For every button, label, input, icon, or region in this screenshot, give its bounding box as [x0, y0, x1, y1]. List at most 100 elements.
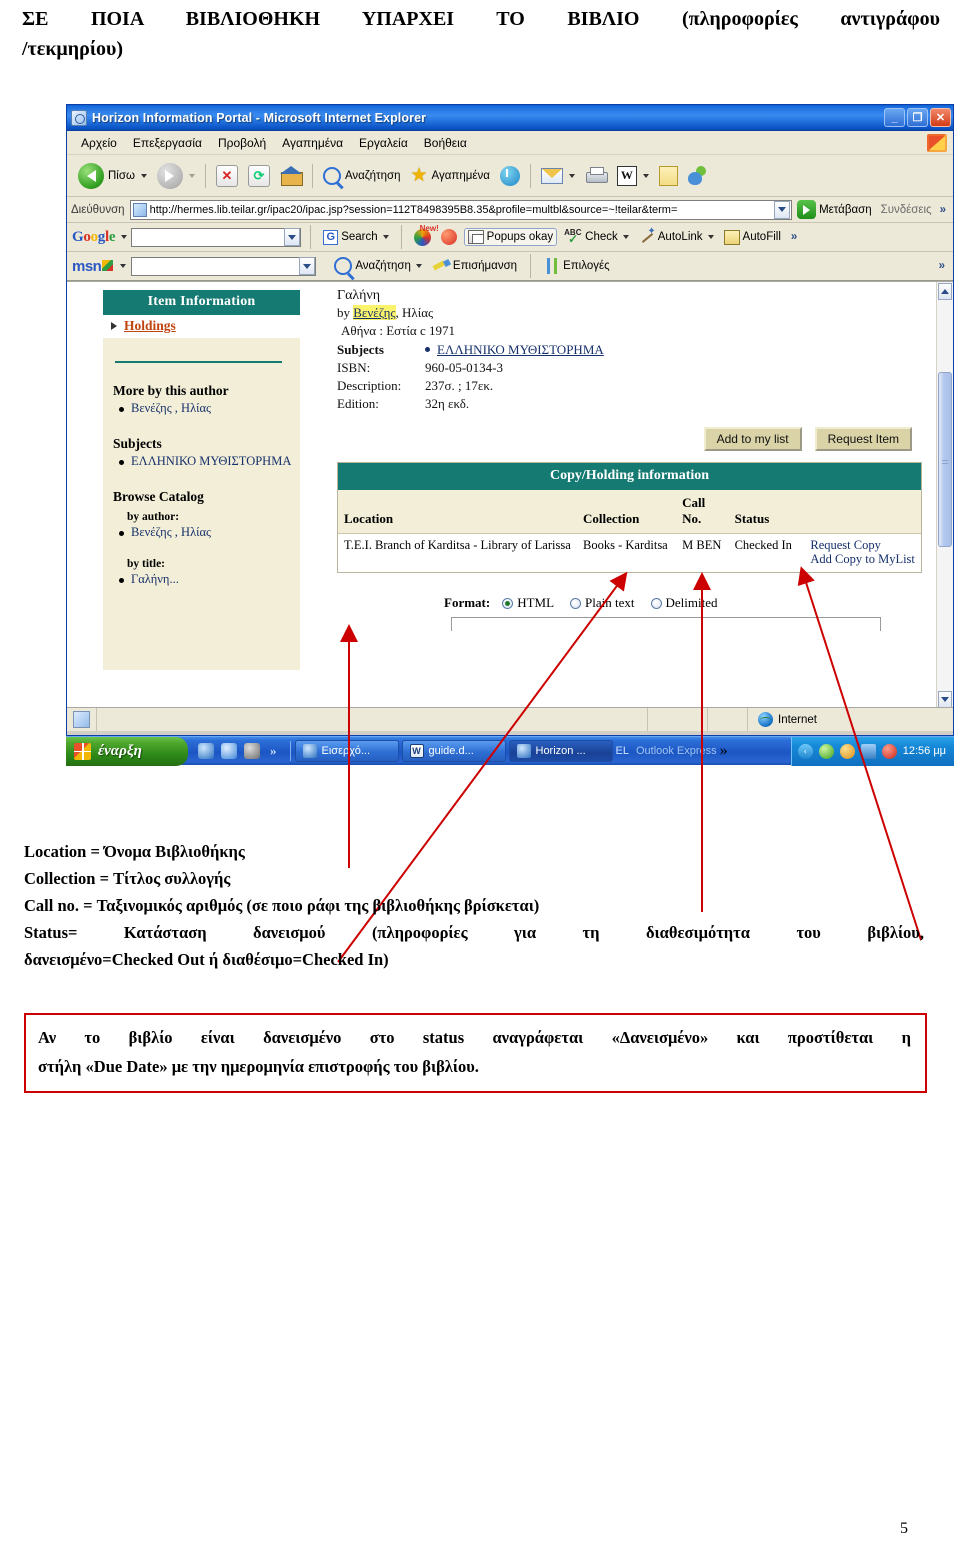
msn-search-input[interactable]: [131, 256, 317, 276]
chevron-down-icon[interactable]: [188, 173, 195, 178]
go-button[interactable]: Μετάβαση: [797, 200, 872, 219]
taskbar-button-horizon[interactable]: Horizon ...: [508, 740, 613, 762]
home-button[interactable]: [275, 164, 307, 188]
format-text-input[interactable]: [451, 617, 881, 631]
request-item-button[interactable]: Request Item: [814, 427, 912, 451]
menu-item-help[interactable]: Βοήθεια: [416, 134, 475, 152]
chevron-down-icon[interactable]: [140, 173, 147, 178]
format-option-delimited[interactable]: Delimited: [650, 595, 718, 611]
stop-button[interactable]: ✕: [211, 163, 243, 189]
google-new-feature-button[interactable]: New!: [411, 224, 439, 247]
menu-item-tools[interactable]: Εργαλεία: [351, 134, 416, 152]
autofill-button[interactable]: AutoFill: [721, 229, 784, 246]
chevron-down-icon[interactable]: [121, 235, 128, 239]
messenger-button[interactable]: [683, 164, 715, 188]
chevron-down-icon[interactable]: [707, 235, 714, 239]
msn-search-dropdown[interactable]: [299, 257, 316, 275]
google-toolbar-overflow-icon[interactable]: »: [788, 231, 800, 243]
chevron-down-icon[interactable]: [622, 235, 629, 239]
toolbar-overflow-chevron-icon[interactable]: »: [937, 204, 949, 216]
chevron-down-icon[interactable]: [568, 173, 575, 178]
radio-delimited-icon[interactable]: [650, 597, 662, 609]
add-copy-to-mylist-link[interactable]: Add Copy to MyList: [810, 552, 915, 566]
quicklaunch-ie-icon[interactable]: [198, 743, 214, 759]
msn-toolbar-overflow-icon[interactable]: »: [936, 260, 948, 272]
history-button[interactable]: [495, 164, 525, 188]
start-button[interactable]: έναρξη: [66, 736, 188, 766]
search-button[interactable]: Αναζήτηση: [318, 165, 406, 187]
popup-blocker-button[interactable]: Popups okay: [463, 228, 558, 246]
mail-button[interactable]: [536, 166, 580, 186]
quicklaunch-outlook-icon[interactable]: [221, 743, 237, 759]
forward-button[interactable]: [152, 161, 200, 191]
minimize-button[interactable]: _: [884, 108, 905, 127]
msn-highlight-button[interactable]: Επισήμανση: [430, 258, 520, 275]
chevron-down-icon[interactable]: [642, 173, 649, 178]
tray-security-icon[interactable]: [881, 743, 897, 759]
menu-item-favorites[interactable]: Αγαπημένα: [274, 134, 351, 152]
start-button-label: έναρξη: [98, 742, 142, 759]
google-search-button[interactable]: G Search: [320, 229, 391, 246]
taskbar-separator: [289, 741, 291, 761]
spell-check-button[interactable]: ABC ✓ Check: [561, 228, 632, 246]
refresh-button[interactable]: ⟳: [243, 163, 275, 189]
links-label[interactable]: Συνδέσεις: [877, 204, 932, 216]
request-copy-link[interactable]: Request Copy: [810, 538, 915, 552]
msn-options-button[interactable]: Επιλογές: [541, 257, 613, 275]
language-indicator[interactable]: EL: [616, 745, 633, 757]
record-author-highlight[interactable]: Βενέζης: [353, 305, 396, 320]
radio-html-icon[interactable]: [502, 597, 514, 609]
mail-icon: [540, 167, 563, 184]
autolink-button[interactable]: AutoLink: [636, 226, 717, 246]
tray-messenger-icon[interactable]: [839, 743, 855, 759]
menu-item-view[interactable]: Προβολή: [210, 134, 274, 152]
edit-in-word-button[interactable]: W: [612, 164, 654, 188]
page-vertical-scrollbar[interactable]: [936, 282, 953, 707]
sidebar-item-holdings[interactable]: Holdings: [103, 315, 300, 338]
print-button[interactable]: [580, 165, 612, 186]
record-subject-link[interactable]: ΕΛΛΗΝΙΚΟ ΜΥΘΙΣΤΟΡΗΜΑ: [437, 342, 604, 357]
format-option-plain-text[interactable]: Plain text: [570, 595, 635, 611]
scroll-up-button[interactable]: [938, 283, 952, 300]
google-ball-button[interactable]: [438, 228, 460, 246]
close-button[interactable]: ✕: [930, 108, 951, 127]
statusbar-security-zone[interactable]: Internet: [748, 708, 953, 731]
add-to-my-list-button[interactable]: Add to my list: [703, 427, 802, 451]
taskbar-clock[interactable]: 12:56 μμ: [903, 745, 946, 757]
chevron-down-icon[interactable]: [120, 264, 127, 268]
menu-item-edit[interactable]: Επεξεργασία: [125, 134, 210, 152]
taskbar-button-outlook-express[interactable]: Outlook Express: [636, 745, 717, 757]
list-item[interactable]: ΕΛΛΗΝΙΚΟ ΜΥΘΙΣΤΟΡΗΜΑ: [119, 454, 300, 469]
quicklaunch-netscape-icon[interactable]: [244, 743, 260, 759]
google-search-input[interactable]: [131, 227, 302, 247]
stop-icon: ✕: [215, 164, 238, 187]
scroll-down-button[interactable]: [938, 691, 952, 707]
restore-button[interactable]: ❐: [907, 108, 928, 127]
back-button[interactable]: Πίσω: [73, 161, 152, 191]
address-dropdown-button[interactable]: [774, 200, 791, 219]
tray-network-icon[interactable]: [860, 743, 876, 759]
msn-search-button[interactable]: Αναζήτηση: [331, 256, 425, 276]
google-search-dropdown[interactable]: [284, 228, 301, 246]
taskbar-overflow-icon[interactable]: »: [720, 742, 728, 760]
page-number: 5: [900, 1520, 908, 1537]
favorites-button[interactable]: ★ Αγαπημένα: [406, 164, 495, 187]
list-item[interactable]: Γαλήνη...: [119, 572, 300, 587]
radio-plain-text-icon[interactable]: [570, 597, 582, 609]
format-option-html[interactable]: HTML: [502, 595, 554, 611]
chevron-down-icon[interactable]: [382, 235, 389, 239]
taskbar-button-guide-doc[interactable]: W guide.d...: [401, 740, 506, 762]
taskbar-button-label: Εισερχό...: [321, 745, 371, 757]
chevron-down-icon[interactable]: [415, 264, 422, 268]
quicklaunch-overflow-icon[interactable]: »: [267, 743, 280, 759]
address-url-text: http://hermes.lib.teilar.gr/ipac20/ipac.…: [149, 203, 678, 216]
menu-item-file[interactable]: Αρχείο: [73, 134, 125, 152]
tray-expand-icon[interactable]: ‹: [797, 743, 813, 759]
scrollbar-thumb[interactable]: [938, 372, 952, 547]
tray-antivirus-icon[interactable]: [818, 743, 834, 759]
list-item[interactable]: Βενέζης , Ηλίας: [119, 401, 300, 416]
notes-button[interactable]: [654, 164, 683, 188]
list-item[interactable]: Βενέζης , Ηλίας: [119, 525, 300, 540]
taskbar-button-inbox[interactable]: Εισερχό...: [294, 740, 399, 762]
address-input[interactable]: http://hermes.lib.teilar.gr/ipac20/ipac.…: [129, 199, 793, 220]
